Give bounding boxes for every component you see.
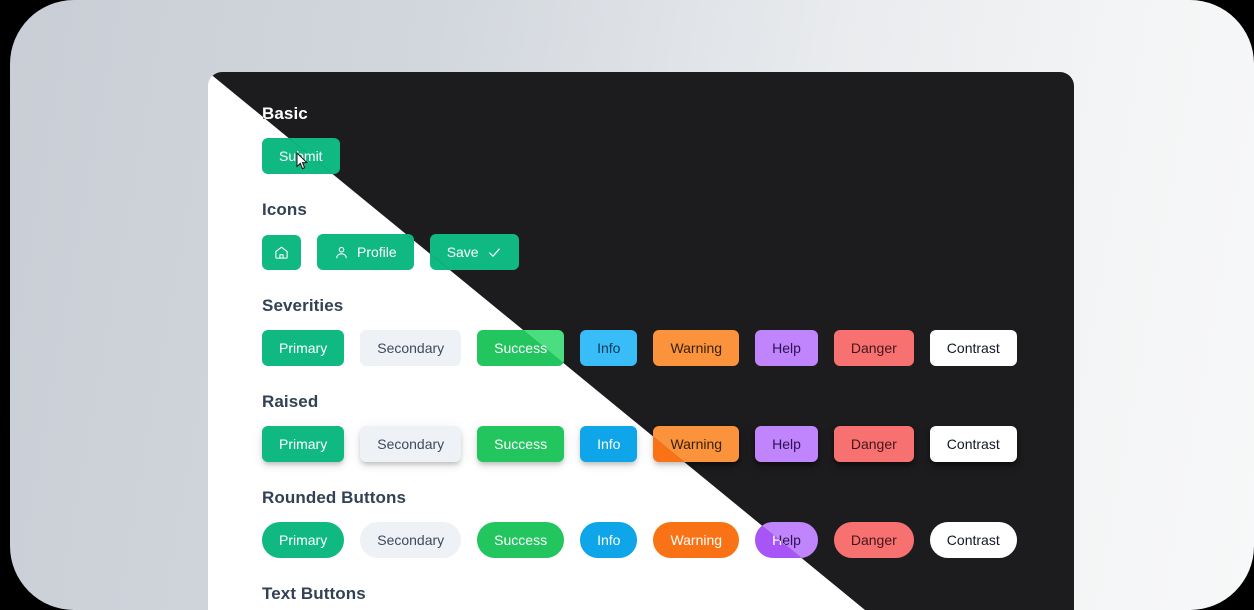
button-raised-primary[interactable]: Primary bbox=[262, 426, 344, 462]
button-label: Danger bbox=[851, 532, 897, 548]
section-title-basic: Basic bbox=[262, 104, 1074, 124]
button-raised-contrast[interactable]: Contrast bbox=[930, 426, 1017, 462]
button-rounded-warning[interactable]: Warning bbox=[653, 522, 739, 558]
check-icon bbox=[487, 245, 502, 260]
button-label: Info bbox=[597, 340, 620, 356]
button-raised-success[interactable]: Success bbox=[477, 426, 564, 462]
button-label: Info bbox=[597, 436, 620, 452]
button-rounded-danger[interactable]: Danger bbox=[834, 522, 914, 558]
button-label: Warning bbox=[670, 340, 722, 356]
button-rounded-success[interactable]: Success bbox=[477, 522, 564, 558]
button-label: Danger bbox=[851, 340, 897, 356]
button-label: Warning bbox=[670, 436, 722, 452]
button-raised-secondary[interactable]: Secondary bbox=[360, 426, 461, 462]
button-label: Info bbox=[597, 532, 620, 548]
button-rounded-secondary[interactable]: Secondary bbox=[360, 522, 461, 558]
button-icons-home-icon[interactable] bbox=[262, 235, 301, 270]
button-severities-primary[interactable]: Primary bbox=[262, 330, 344, 366]
button-raised-danger[interactable]: Danger bbox=[834, 426, 914, 462]
button-label: Profile bbox=[357, 244, 397, 260]
button-label: Help bbox=[772, 436, 801, 452]
button-rounded-primary[interactable]: Primary bbox=[262, 522, 344, 558]
button-label: Warning bbox=[670, 532, 722, 548]
button-label: Primary bbox=[279, 436, 327, 452]
button-label: Primary bbox=[279, 340, 327, 356]
button-severities-info[interactable]: Info bbox=[580, 330, 637, 366]
button-label: Danger bbox=[851, 436, 897, 452]
button-raised-info[interactable]: Info bbox=[580, 426, 637, 462]
button-row-basic: Submit bbox=[262, 138, 1074, 174]
button-raised-help[interactable]: Help bbox=[755, 426, 818, 462]
button-label: Success bbox=[494, 436, 547, 452]
screen: BasicSubmitIconsProfileSaveSeveritiesPri… bbox=[0, 0, 1254, 610]
button-showcase-card: BasicSubmitIconsProfileSaveSeveritiesPri… bbox=[208, 72, 1074, 610]
home-icon bbox=[274, 245, 289, 260]
button-label: Contrast bbox=[947, 532, 1000, 548]
button-icons-profile[interactable]: Profile bbox=[317, 234, 414, 270]
button-rounded-info[interactable]: Info bbox=[580, 522, 637, 558]
button-label: Primary bbox=[279, 532, 327, 548]
button-severities-danger[interactable]: Danger bbox=[834, 330, 914, 366]
button-severities-secondary[interactable]: Secondary bbox=[360, 330, 461, 366]
button-severities-contrast[interactable]: Contrast bbox=[930, 330, 1017, 366]
button-severities-warning[interactable]: Warning bbox=[653, 330, 739, 366]
user-icon bbox=[334, 245, 349, 260]
button-severities-help[interactable]: Help bbox=[755, 330, 818, 366]
button-label: Contrast bbox=[947, 340, 1000, 356]
button-label: Secondary bbox=[377, 340, 444, 356]
button-label: Secondary bbox=[377, 436, 444, 452]
button-label: Help bbox=[772, 340, 801, 356]
button-rounded-contrast[interactable]: Contrast bbox=[930, 522, 1017, 558]
button-label: Save bbox=[447, 244, 479, 260]
button-label: Contrast bbox=[947, 436, 1000, 452]
button-label: Secondary bbox=[377, 532, 444, 548]
button-label: Success bbox=[494, 532, 547, 548]
